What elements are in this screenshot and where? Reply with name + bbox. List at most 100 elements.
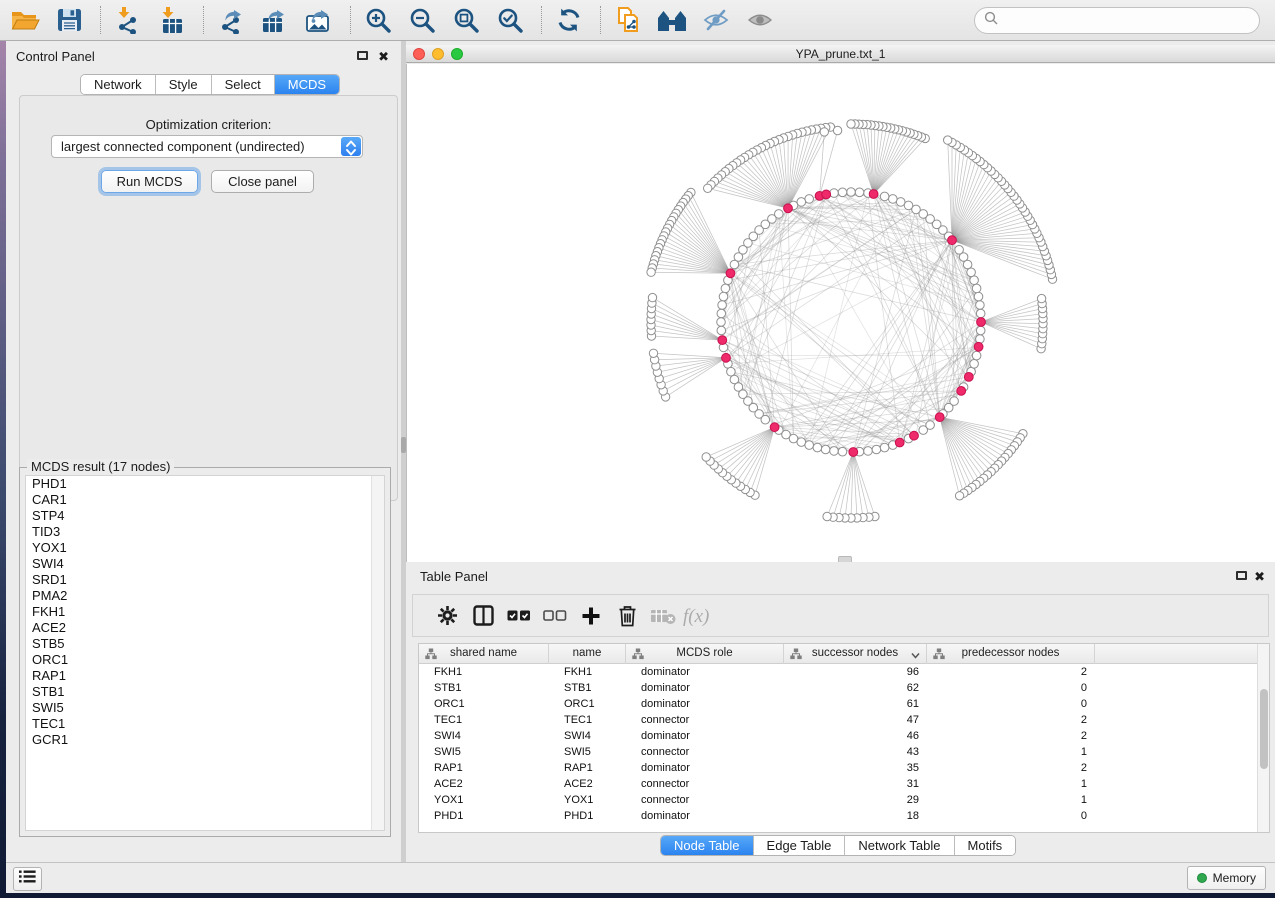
run-mcds-button[interactable]: Run MCDS <box>101 170 198 193</box>
graph-hub-node[interactable] <box>964 373 973 382</box>
mcds-result-item[interactable]: STB1 <box>26 684 384 700</box>
graph-hub-node[interactable] <box>935 413 944 422</box>
column-header-predecessor-nodes[interactable]: predecessor nodes <box>927 644 1095 664</box>
tab-network[interactable]: Network <box>81 75 156 94</box>
graph-hub-node[interactable] <box>948 236 957 245</box>
table-tab-network-table[interactable]: Network Table <box>845 836 954 855</box>
tab-select[interactable]: Select <box>212 75 275 94</box>
mcds-list-scrollbar[interactable] <box>371 476 384 830</box>
cell-name: YOX1 <box>549 792 626 808</box>
mcds-result-item[interactable]: RAP1 <box>26 668 384 684</box>
table-tab-edge-table[interactable]: Edge Table <box>754 836 846 855</box>
mcds-result-item[interactable]: TEC1 <box>26 716 384 732</box>
duplicate-network-icon[interactable] <box>611 5 645 35</box>
column-header-name[interactable]: name <box>549 644 626 664</box>
graph-hub-node[interactable] <box>977 318 986 327</box>
zoom-selected-icon[interactable] <box>493 5 527 35</box>
column-header-successor-nodes[interactable]: successor nodes <box>784 644 927 664</box>
toolbar-separator <box>541 6 542 34</box>
graph-hub-node[interactable] <box>822 190 831 199</box>
column-header-shared-name[interactable]: shared name <box>419 644 549 664</box>
mcds-result-item[interactable]: SRD1 <box>26 572 384 588</box>
graph-hub-node[interactable] <box>770 423 779 432</box>
search-box[interactable] <box>974 7 1260 34</box>
zoom-in-icon[interactable] <box>361 5 395 35</box>
import-network-icon[interactable] <box>111 5 145 35</box>
table-scrollbar[interactable] <box>1257 644 1269 832</box>
table-tab-node-table[interactable]: Node Table <box>661 836 754 855</box>
graph-hub-node[interactable] <box>784 204 793 213</box>
graph-hub-node[interactable] <box>726 269 735 278</box>
mcds-result-item[interactable]: FKH1 <box>26 604 384 620</box>
graph-hub-node[interactable] <box>957 387 966 396</box>
graph-hub-node[interactable] <box>722 353 731 362</box>
close-panel-icon[interactable]: ✖ <box>378 51 389 62</box>
float-table-panel-icon[interactable] <box>1236 571 1247 580</box>
graph-hub-node[interactable] <box>895 438 904 447</box>
memory-status-icon <box>1197 873 1207 883</box>
mcds-result-item[interactable]: SWI5 <box>26 700 384 716</box>
mcds-result-item[interactable]: SWI4 <box>26 556 384 572</box>
mcds-result-item[interactable]: ORC1 <box>26 652 384 668</box>
mcds-result-item[interactable]: PHD1 <box>26 476 384 492</box>
table-row[interactable]: YOX1YOX1connector291 <box>419 792 1257 808</box>
apply-layout-icon[interactable] <box>552 5 586 35</box>
memory-button[interactable]: Memory <box>1187 866 1266 890</box>
table-row[interactable]: FKH1FKH1dominator962 <box>419 664 1257 680</box>
table-row[interactable]: PHD1PHD1dominator180 <box>419 808 1257 824</box>
open-session-icon[interactable] <box>8 5 42 35</box>
graph-hub-node[interactable] <box>718 336 727 345</box>
table-settings-icon[interactable] <box>429 601 465 631</box>
float-panel-icon[interactable] <box>357 51 368 60</box>
mcds-result-item[interactable]: GCR1 <box>26 732 384 748</box>
automation-panel-button[interactable] <box>13 867 42 891</box>
mcds-result-list[interactable]: PHD1CAR1STP4TID3YOX1SWI4SRD1PMA2FKH1ACE2… <box>25 475 385 831</box>
hide-all-columns-icon[interactable] <box>537 601 573 631</box>
table-row[interactable]: ORC1ORC1dominator610 <box>419 696 1257 712</box>
table-row[interactable]: STB1STB1dominator620 <box>419 680 1257 696</box>
save-session-icon[interactable] <box>52 5 86 35</box>
criterion-dropdown[interactable]: largest connected component (undirected) <box>51 135 363 158</box>
zoom-out-icon[interactable] <box>405 5 439 35</box>
mcds-result-item[interactable]: CAR1 <box>26 492 384 508</box>
table-row[interactable]: ACE2ACE2connector311 <box>419 776 1257 792</box>
cell-successor-nodes: 96 <box>784 664 927 680</box>
zoom-fit-icon[interactable] <box>449 5 483 35</box>
table-scrollbar-thumb[interactable] <box>1260 689 1268 769</box>
mcds-result-item[interactable]: PMA2 <box>26 588 384 604</box>
table-panel-title: Table Panel <box>420 569 488 584</box>
graph-hub-node[interactable] <box>849 448 858 457</box>
table-row[interactable]: SWI4SWI4dominator462 <box>419 728 1257 744</box>
mcds-result-item[interactable]: STB5 <box>26 636 384 652</box>
table-row[interactable]: TEC1TEC1connector472 <box>419 712 1257 728</box>
graph-hub-node[interactable] <box>910 431 919 440</box>
column-header-MCDS-role[interactable]: MCDS role <box>626 644 784 664</box>
delete-column-icon[interactable] <box>609 601 645 631</box>
export-network-icon[interactable] <box>214 5 248 35</box>
mcds-result-item[interactable]: ACE2 <box>26 620 384 636</box>
export-image-icon[interactable] <box>302 5 336 35</box>
table-row[interactable]: SWI5SWI5connector431 <box>419 744 1257 760</box>
show-all-columns-icon[interactable] <box>501 601 537 631</box>
close-panel-button[interactable]: Close panel <box>211 170 314 193</box>
export-table-icon[interactable] <box>258 5 292 35</box>
mcds-result-item[interactable]: TID3 <box>26 524 384 540</box>
mcds-result-item[interactable]: STP4 <box>26 508 384 524</box>
table-tab-motifs[interactable]: Motifs <box>955 836 1016 855</box>
graph-hub-node[interactable] <box>974 342 983 351</box>
hide-selected-icon[interactable] <box>699 5 733 35</box>
graph-hub-node[interactable] <box>869 190 878 199</box>
table-row[interactable]: RAP1RAP1dominator352 <box>419 760 1257 776</box>
close-table-panel-icon[interactable]: ✖ <box>1254 571 1265 582</box>
tab-style[interactable]: Style <box>156 75 212 94</box>
toggle-panel-layout-icon[interactable] <box>465 601 501 631</box>
import-table-icon[interactable] <box>155 5 189 35</box>
add-column-icon[interactable] <box>573 601 609 631</box>
tab-mcds[interactable]: MCDS <box>275 75 339 94</box>
first-neighbors-icon[interactable] <box>655 5 689 35</box>
network-canvas[interactable] <box>406 64 1275 562</box>
search-input[interactable] <box>998 13 1238 28</box>
cell-shared-name: STB1 <box>419 680 549 696</box>
mcds-result-item[interactable]: YOX1 <box>26 540 384 556</box>
network-titlebar[interactable]: YPA_prune.txt_1 <box>406 45 1275 63</box>
